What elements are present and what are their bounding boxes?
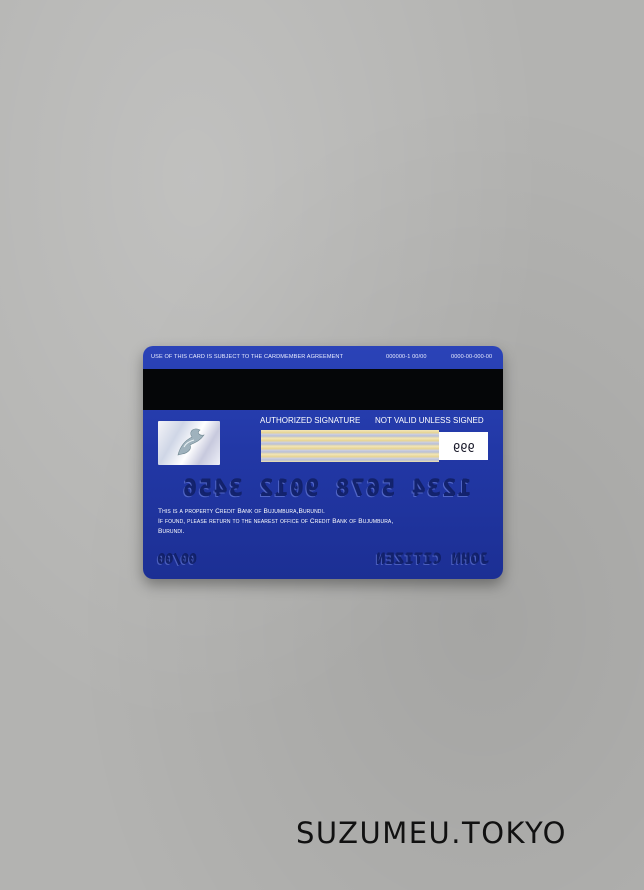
site-watermark: SUZUMEU.TOKYO (296, 816, 567, 850)
property-line-3: Burundi. (158, 528, 185, 535)
expiry-text: 00/00 (157, 553, 197, 568)
agreement-notice: USE OF THIS CARD IS SUBJECT TO THE CARDM… (151, 354, 344, 360)
top-code-2: 0000-00-000-00 (451, 354, 493, 360)
expiry-embossed: 00/00 (157, 553, 196, 568)
top-code-1: 000000-1 00/00 (386, 354, 427, 360)
credit-card-back: USE OF THIS CARD IS SUBJECT TO THE CARDM… (143, 346, 503, 579)
authorized-signature-label: AUTHORIZED SIGNATURE (260, 416, 361, 425)
property-line-2: If found, please return to the nearest o… (158, 518, 394, 525)
cardholder-name: JOHN CITIZEN (375, 552, 489, 568)
property-line-1: This is a property Credit Bank of Bujumb… (158, 508, 325, 515)
card-number-text: 1234 5678 9012 3456 (181, 477, 471, 502)
signature-panel (261, 430, 439, 462)
dove-hologram-icon (158, 421, 220, 465)
card-number-embossed: 1234 5678 9012 3456 (181, 477, 476, 502)
card-top-strip: USE OF THIS CARD IS SUBJECT TO THE CARDM… (143, 346, 503, 368)
not-valid-label: NOT VALID UNLESS SIGNED (375, 416, 484, 425)
cardholder-embossed: JOHN CITIZEN (375, 552, 488, 568)
magnetic-stripe (143, 369, 503, 410)
cvv-code: 999 (453, 441, 475, 455)
